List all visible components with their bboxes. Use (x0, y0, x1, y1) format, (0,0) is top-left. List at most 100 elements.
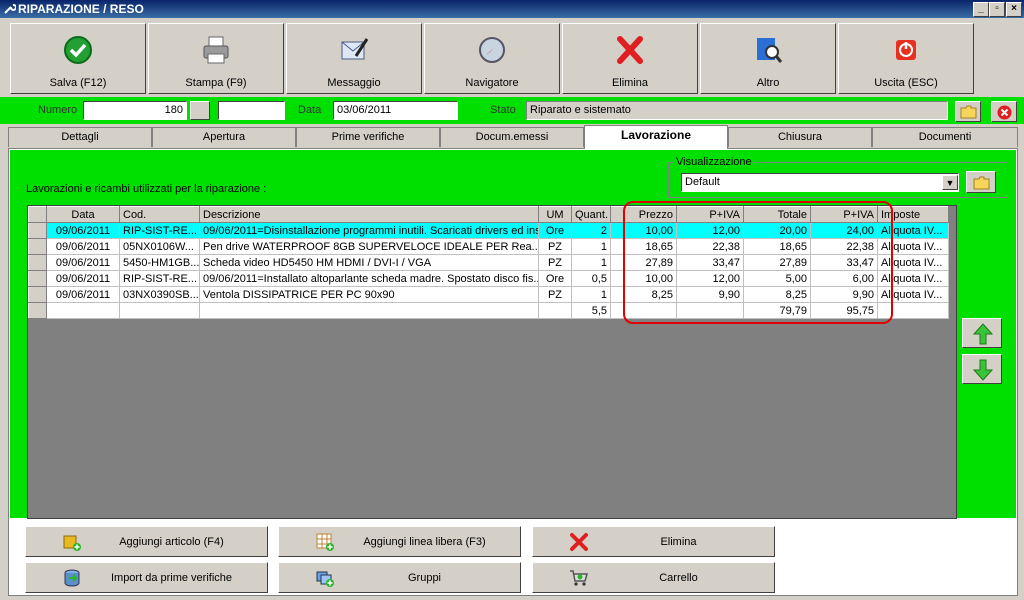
cell-um[interactable]: PZ (538, 238, 572, 255)
row-selector[interactable] (28, 286, 47, 303)
other-button[interactable]: Altro (700, 23, 836, 94)
visualizzazione-folder-button[interactable] (966, 171, 996, 193)
cell-descrizione[interactable]: Pen drive WATERPROOF 8GB SUPERVELOCE IDE… (199, 238, 539, 255)
cell-totale[interactable]: 18,65 (743, 238, 811, 255)
cell-prezzo[interactable]: 8,25 (610, 286, 677, 303)
cell-data[interactable]: 09/06/2011 (46, 222, 120, 239)
import-first-checks-button[interactable]: Import da prime verifiche (25, 562, 268, 593)
cell-cod[interactable]: 05NX0106W... (119, 238, 200, 255)
exit-button[interactable]: Uscita (ESC) (838, 23, 974, 94)
cell-prezzo[interactable]: 18,65 (610, 238, 677, 255)
cell-descrizione[interactable]: Scheda video HD5450 HM HDMI / DVI-I / VG… (199, 254, 539, 271)
cell-totale[interactable]: 5,00 (743, 270, 811, 287)
cell-descrizione[interactable]: 09/06/2011=Installato altoparlante sched… (199, 270, 539, 287)
cell-piva[interactable]: 33,47 (676, 254, 744, 271)
tab-documenti[interactable]: Documenti (872, 127, 1018, 147)
cell-um[interactable]: Ore (538, 222, 572, 239)
status-field[interactable]: Riparato e sistemato (526, 101, 948, 120)
cell-um[interactable]: PZ (538, 254, 572, 271)
cell-cod[interactable]: 5450-HM1GB... (119, 254, 200, 271)
chevron-down-icon[interactable]: ▼ (942, 175, 958, 190)
cell-totale-piva[interactable]: 24,00 (810, 222, 878, 239)
delete-button[interactable]: Elimina (562, 23, 698, 94)
cell-um[interactable]: Ore (538, 270, 572, 287)
cell-piva[interactable]: 12,00 (676, 270, 744, 287)
cell-data[interactable]: 09/06/2011 (46, 238, 120, 255)
table-row[interactable]: 09/06/2011 05NX0106W... Pen drive WATERPRO… (28, 238, 949, 255)
status-clear-button[interactable] (991, 101, 1017, 122)
cell-cod[interactable]: 03NX0390SB... (119, 286, 200, 303)
move-down-button[interactable] (962, 354, 1002, 384)
cell-data[interactable]: 09/06/2011 (46, 286, 120, 303)
print-button[interactable]: Stampa (F9) (148, 23, 284, 94)
cell-data[interactable]: 09/06/2011 (46, 254, 120, 271)
cell-piva[interactable]: 12,00 (676, 222, 744, 239)
numero-extra-field[interactable] (218, 101, 285, 120)
visualizzazione-select[interactable]: Default (681, 173, 959, 192)
work-lines-grid[interactable]: Data Cod. Descrizione UM Quant. Prezzo P… (27, 205, 957, 519)
col-header-quant[interactable]: Quant. (571, 206, 611, 223)
cell-totale-piva[interactable]: 9,90 (810, 286, 878, 303)
col-header-descrizione[interactable]: Descrizione (199, 206, 539, 223)
cell-piva[interactable]: 9,90 (676, 286, 744, 303)
tab-dettagli[interactable]: Dettagli (8, 127, 152, 147)
tab-prime-verifiche[interactable]: Prime verifiche (296, 127, 440, 147)
cell-prezzo[interactable]: 10,00 (610, 222, 677, 239)
cell-imposte[interactable]: Aliquota IV... (877, 270, 949, 287)
row-selector[interactable] (28, 254, 47, 271)
cell-descrizione[interactable]: 09/06/2011=Disinstallazione programmi in… (199, 222, 539, 239)
cell-descrizione[interactable]: Ventola DISSIPATRICE PER PC 90x90 (199, 286, 539, 303)
cell-cod[interactable]: RIP-SIST-RE... (119, 222, 200, 239)
numero-field[interactable]: 180 (83, 101, 187, 120)
message-button[interactable]: Messaggio (286, 23, 422, 94)
tab-apertura[interactable]: Apertura (152, 127, 296, 147)
col-header-prezzo[interactable]: Prezzo (610, 206, 677, 223)
row-selector[interactable] (28, 222, 47, 239)
row-selector[interactable] (28, 238, 47, 255)
move-up-button[interactable] (962, 318, 1002, 348)
cell-totale-piva[interactable]: 22,38 (810, 238, 878, 255)
restore-button[interactable]: ▫ (989, 2, 1005, 17)
col-header-totale-piva[interactable]: P+IVA (810, 206, 878, 223)
col-header-cod[interactable]: Cod. (119, 206, 200, 223)
table-row[interactable]: 09/06/2011 RIP-SIST-RE... 09/06/2011=Insta… (28, 270, 949, 287)
col-header-piva[interactable]: P+IVA (676, 206, 744, 223)
cell-imposte[interactable]: Aliquota IV... (877, 238, 949, 255)
cell-piva[interactable]: 22,38 (676, 238, 744, 255)
tab-docum-emessi[interactable]: Docum.emessi (440, 127, 584, 147)
cell-totale[interactable]: 8,25 (743, 286, 811, 303)
col-header-totale[interactable]: Totale (743, 206, 811, 223)
cell-imposte[interactable]: Aliquota IV... (877, 222, 949, 239)
cell-quant[interactable]: 2 (571, 222, 611, 239)
table-row[interactable]: 09/06/2011 RIP-SIST-RE... 09/06/2011=Disin… (28, 222, 949, 239)
add-free-line-button[interactable]: Aggiungi linea libera (F3) (278, 526, 521, 557)
numero-lookup-button[interactable] (190, 101, 210, 120)
status-folder-button[interactable] (955, 101, 981, 122)
cell-imposte[interactable]: Aliquota IV... (877, 286, 949, 303)
cell-prezzo[interactable]: 10,00 (610, 270, 677, 287)
save-button[interactable]: Salva (F12) (10, 23, 146, 94)
minimize-button[interactable]: _ (973, 2, 989, 17)
groups-button[interactable]: Gruppi (278, 562, 521, 593)
cell-totale[interactable]: 27,89 (743, 254, 811, 271)
cell-um[interactable]: PZ (538, 286, 572, 303)
cell-quant[interactable]: 1 (571, 254, 611, 271)
cell-totale-piva[interactable]: 6,00 (810, 270, 878, 287)
table-row[interactable]: 09/06/2011 03NX0390SB... Ventola DISSIPATR… (28, 286, 949, 303)
cell-prezzo[interactable]: 27,89 (610, 254, 677, 271)
col-header-um[interactable]: UM (538, 206, 572, 223)
cell-quant[interactable]: 0,5 (571, 270, 611, 287)
tab-chiusura[interactable]: Chiusura (728, 127, 872, 147)
cell-imposte[interactable]: Aliquota IV... (877, 254, 949, 271)
navigator-button[interactable]: Navigatore (424, 23, 560, 94)
cell-quant[interactable]: 1 (571, 238, 611, 255)
delete-line-button[interactable]: Elimina (532, 526, 775, 557)
cell-quant[interactable]: 1 (571, 286, 611, 303)
cell-data[interactable]: 09/06/2011 (46, 270, 120, 287)
add-article-button[interactable]: Aggiungi articolo (F4) (25, 526, 268, 557)
cell-totale[interactable]: 20,00 (743, 222, 811, 239)
row-selector[interactable] (28, 270, 47, 287)
close-window-button[interactable]: × (1006, 2, 1022, 17)
date-field[interactable]: 03/06/2011 (333, 101, 458, 120)
table-row[interactable]: 09/06/2011 5450-HM1GB... Scheda video HD54… (28, 254, 949, 271)
